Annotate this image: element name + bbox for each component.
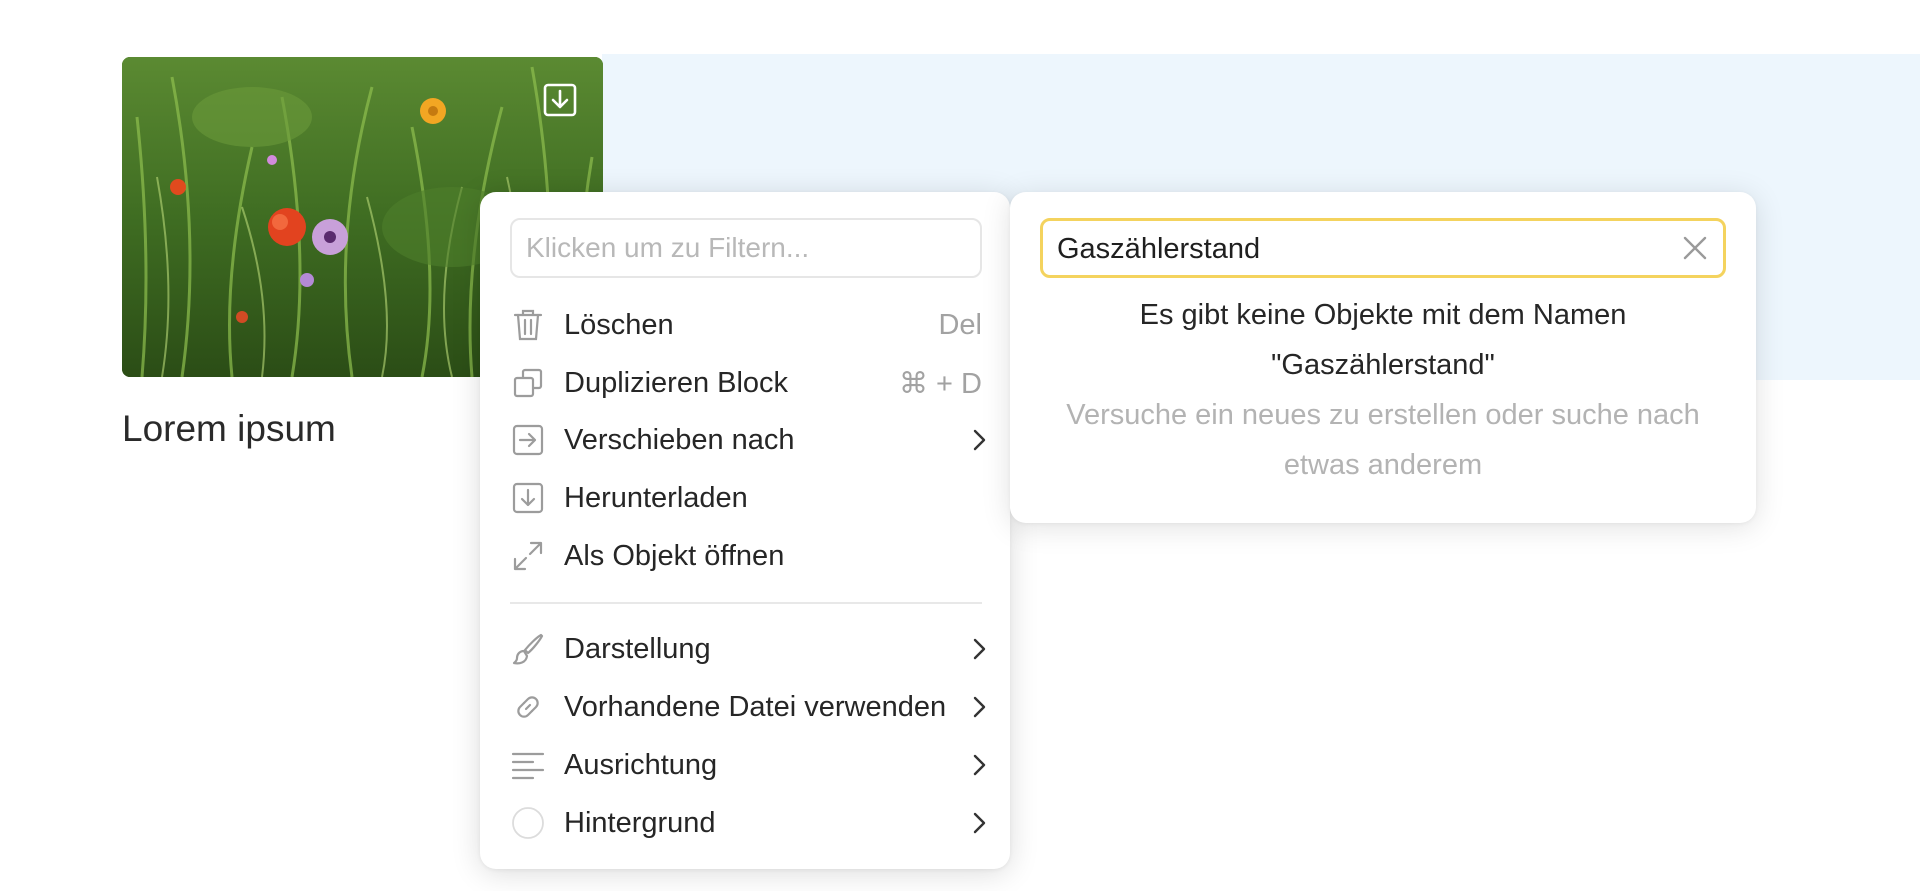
menu-item-label: Löschen bbox=[564, 308, 674, 341]
download-icon bbox=[510, 480, 546, 516]
no-results-message: Es gibt keine Objekte mit dem Namen "Gas… bbox=[1040, 290, 1726, 390]
image-download-button[interactable] bbox=[543, 83, 577, 117]
shortcut-label: ⌘ + D bbox=[899, 367, 982, 400]
object-search-input[interactable] bbox=[1055, 221, 1659, 277]
shortcut-label: Del bbox=[938, 308, 982, 341]
chevron-right-icon bbox=[973, 754, 986, 776]
background-circle-icon bbox=[510, 805, 546, 841]
align-left-icon bbox=[510, 747, 546, 783]
menu-item-label: Als Objekt öffnen bbox=[564, 539, 785, 572]
duplicate-icon bbox=[510, 365, 546, 401]
menu-item-label: Herunterladen bbox=[564, 481, 748, 514]
chevron-right-icon bbox=[973, 696, 986, 718]
object-search-field[interactable] bbox=[1040, 218, 1726, 278]
expand-icon bbox=[510, 538, 546, 574]
brush-icon bbox=[510, 631, 546, 667]
menu-item-use-existing-file[interactable]: Vorhandene Datei verwenden bbox=[510, 681, 990, 733]
menu-item-label: Duplizieren Block bbox=[564, 366, 789, 399]
link-icon bbox=[510, 689, 546, 725]
object-search-panel: Es gibt keine Objekte mit dem Namen "Gas… bbox=[1010, 192, 1756, 523]
no-results-hint: Versuche ein neues zu erstellen oder suc… bbox=[1040, 390, 1726, 490]
chevron-right-icon bbox=[973, 638, 986, 660]
menu-item-move-to[interactable]: Verschieben nach bbox=[510, 414, 990, 466]
move-to-icon bbox=[510, 422, 546, 458]
menu-item-background[interactable]: Hintergrund bbox=[510, 797, 990, 849]
menu-item-open-as-object[interactable]: Als Objekt öffnen bbox=[510, 530, 990, 582]
menu-item-appearance[interactable]: Darstellung bbox=[510, 623, 990, 675]
close-icon[interactable] bbox=[1681, 234, 1709, 262]
menu-item-duplicate[interactable]: Duplizieren Block ⌘ + D bbox=[510, 357, 990, 409]
hint-line: etwas anderem bbox=[1283, 449, 1483, 481]
menu-item-label: Vorhandene Datei verwenden bbox=[564, 690, 947, 723]
chevron-right-icon bbox=[973, 429, 986, 451]
menu-item-download[interactable]: Herunterladen bbox=[510, 472, 990, 524]
menu-item-label: Darstellung bbox=[564, 632, 711, 665]
block-context-menu: Löschen Del Duplizieren Block ⌘ + D Vers… bbox=[480, 192, 1010, 869]
no-results-line: Es gibt keine Objekte mit dem Namen bbox=[1139, 299, 1627, 331]
chevron-right-icon bbox=[973, 812, 986, 834]
menu-item-label: Verschieben nach bbox=[564, 423, 795, 456]
hint-line: Versuche ein neues zu erstellen oder suc… bbox=[1066, 399, 1700, 431]
no-results-query: "Gaszählerstand" bbox=[1271, 349, 1495, 381]
menu-divider bbox=[510, 602, 982, 604]
trash-icon bbox=[510, 307, 546, 343]
download-icon bbox=[543, 83, 577, 117]
block-title: Lorem ipsum bbox=[122, 408, 336, 449]
menu-item-label: Hintergrund bbox=[564, 806, 716, 839]
menu-item-delete[interactable]: Löschen Del bbox=[510, 299, 990, 351]
menu-filter-input[interactable] bbox=[510, 218, 982, 278]
menu-item-alignment[interactable]: Ausrichtung bbox=[510, 739, 990, 791]
menu-item-label: Ausrichtung bbox=[564, 748, 718, 781]
